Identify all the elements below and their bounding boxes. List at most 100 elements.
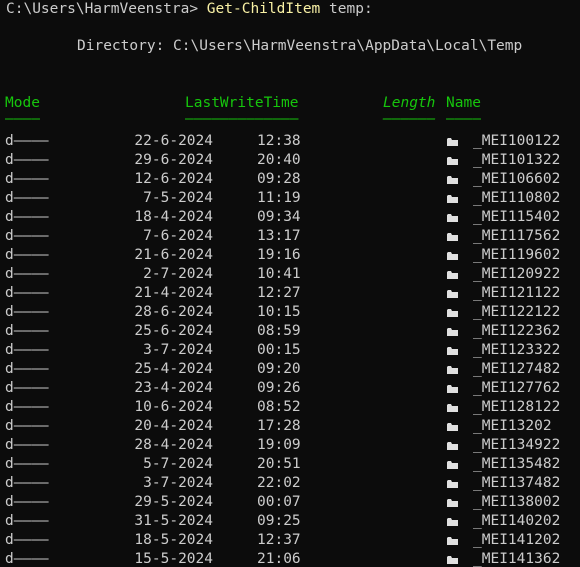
row-date: 29-5-2024 [134, 494, 213, 510]
row-time: 09:25 [257, 513, 301, 529]
folder-icon [446, 132, 458, 151]
row-name[interactable]: _MEI110802 [473, 189, 560, 208]
row-name[interactable]: _MEI127482 [473, 360, 560, 379]
table-row[interactable]: d———— 25-4-2024 09:20 _MEI127482 [0, 360, 580, 379]
table-row[interactable]: d———— 2-7-2024 10:41 _MEI120922 [0, 265, 580, 284]
column-rule-lastwritetime: ————————————— [185, 111, 299, 127]
table-row[interactable]: d———— 20-4-2024 17:28 _MEI13202 [0, 417, 580, 436]
table-row[interactable]: d———— 31-5-2024 09:25 _MEI140202 [0, 512, 580, 531]
table-row[interactable]: d———— 18-4-2024 09:34 _MEI115402 [0, 208, 580, 227]
row-time: 08:59 [257, 323, 301, 339]
table-row[interactable]: d———— 3-7-2024 00:15 _MEI123322 [0, 341, 580, 360]
row-name[interactable]: _MEI123322 [473, 341, 560, 360]
row-time: 09:20 [257, 361, 301, 377]
row-time: 08:52 [257, 399, 301, 415]
folder-icon [446, 512, 458, 531]
row-name[interactable]: _MEI140202 [473, 512, 560, 531]
directory-path: C:\Users\HarmVeenstra\AppData\Local\Temp [173, 38, 523, 54]
row-date: 22-6-2024 [134, 133, 213, 149]
row-date: 29-6-2024 [134, 152, 213, 168]
row-time: 09:28 [257, 171, 301, 187]
table-row[interactable]: d———— 18-5-2024 12:37 _MEI141202 [0, 531, 580, 550]
row-name[interactable]: _MEI115402 [473, 208, 560, 227]
row-name[interactable]: _MEI119602 [473, 246, 560, 265]
row-date: 7-6-2024 [143, 228, 213, 244]
table-row[interactable]: d———— 15-5-2024 21:06 _MEI141362 [0, 550, 580, 567]
row-name[interactable]: _MEI141362 [473, 550, 560, 567]
row-mode: d———— [5, 399, 49, 415]
row-name[interactable]: _MEI101322 [473, 151, 560, 170]
command-argument: temp: [329, 1, 373, 17]
row-mode: d———— [5, 247, 49, 263]
folder-icon [446, 246, 458, 265]
row-name[interactable]: _MEI141202 [473, 531, 560, 550]
table-row[interactable]: d———— 28-4-2024 19:09 _MEI134922 [0, 436, 580, 455]
table-row[interactable]: d———— 7-6-2024 13:17 _MEI117562 [0, 227, 580, 246]
row-name[interactable]: _MEI117562 [473, 227, 560, 246]
prompt-line: C:\Users\HarmVeenstra> Get-ChildItem tem… [6, 0, 373, 19]
row-name[interactable]: _MEI122122 [473, 303, 560, 322]
row-time: 10:15 [257, 304, 301, 320]
folder-icon [446, 265, 458, 284]
row-time: 19:16 [257, 247, 301, 263]
row-mode: d———— [5, 475, 49, 491]
folder-icon [446, 493, 458, 512]
row-mode: d———— [5, 342, 49, 358]
table-row[interactable]: d———— 23-4-2024 09:26 _MEI127762 [0, 379, 580, 398]
row-mode: d———— [5, 551, 49, 567]
row-name[interactable]: _MEI121122 [473, 284, 560, 303]
row-date: 18-4-2024 [134, 209, 213, 225]
row-mode: d———— [5, 437, 49, 453]
row-time: 21:06 [257, 551, 301, 567]
table-row[interactable]: d———— 29-5-2024 00:07 _MEI138002 [0, 493, 580, 512]
row-name[interactable]: _MEI128122 [473, 398, 560, 417]
row-name[interactable]: _MEI13202 [473, 417, 552, 436]
table-row[interactable]: d———— 28-6-2024 10:15 _MEI122122 [0, 303, 580, 322]
folder-icon [446, 303, 458, 322]
row-mode: d———— [5, 323, 49, 339]
row-date: 28-4-2024 [134, 437, 213, 453]
row-name[interactable]: _MEI134922 [473, 436, 560, 455]
row-name[interactable]: _MEI138002 [473, 493, 560, 512]
table-row[interactable]: d———— 29-6-2024 20:40 _MEI101322 [0, 151, 580, 170]
row-time: 20:51 [257, 456, 301, 472]
folder-icon [446, 208, 458, 227]
row-name[interactable]: _MEI120922 [473, 265, 560, 284]
prompt-path: C:\Users\HarmVeenstra> [6, 1, 199, 17]
row-name[interactable]: _MEI137482 [473, 474, 560, 493]
row-time: 19:09 [257, 437, 301, 453]
folder-icon [446, 550, 458, 567]
row-mode: d———— [5, 513, 49, 529]
table-row[interactable]: d———— 21-4-2024 12:27 _MEI121122 [0, 284, 580, 303]
row-date: 12-6-2024 [134, 171, 213, 187]
folder-icon [446, 398, 458, 417]
row-time: 09:34 [257, 209, 301, 225]
folder-icon [446, 151, 458, 170]
table-row[interactable]: d———— 7-5-2024 11:19 _MEI110802 [0, 189, 580, 208]
table-row[interactable]: d———— 10-6-2024 08:52 _MEI128122 [0, 398, 580, 417]
row-date: 7-5-2024 [143, 190, 213, 206]
column-rule-name: ———— [446, 111, 481, 127]
row-time: 22:02 [257, 475, 301, 491]
row-date: 15-5-2024 [134, 551, 213, 567]
terminal-window[interactable]: C:\Users\HarmVeenstra> Get-ChildItem tem… [0, 0, 580, 567]
row-time: 12:27 [257, 285, 301, 301]
row-mode: d———— [5, 456, 49, 472]
folder-icon [446, 436, 458, 455]
row-name[interactable]: _MEI127762 [473, 379, 560, 398]
folder-icon [446, 189, 458, 208]
row-name[interactable]: _MEI122362 [473, 322, 560, 341]
table-row[interactable]: d———— 12-6-2024 09:28 _MEI106602 [0, 170, 580, 189]
row-name[interactable]: _MEI100122 [473, 132, 560, 151]
row-name[interactable]: _MEI106602 [473, 170, 560, 189]
row-date: 21-6-2024 [134, 247, 213, 263]
table-row[interactable]: d———— 22-6-2024 12:38 _MEI100122 [0, 132, 580, 151]
column-rule-row: ———— ————————————— —————— ———— [0, 110, 580, 129]
directory-label: Directory: [77, 38, 165, 54]
folder-icon [446, 360, 458, 379]
table-row[interactable]: d———— 3-7-2024 22:02 _MEI137482 [0, 474, 580, 493]
table-row[interactable]: d———— 5-7-2024 20:51 _MEI135482 [0, 455, 580, 474]
row-name[interactable]: _MEI135482 [473, 455, 560, 474]
table-row[interactable]: d———— 25-6-2024 08:59 _MEI122362 [0, 322, 580, 341]
table-row[interactable]: d———— 21-6-2024 19:16 _MEI119602 [0, 246, 580, 265]
